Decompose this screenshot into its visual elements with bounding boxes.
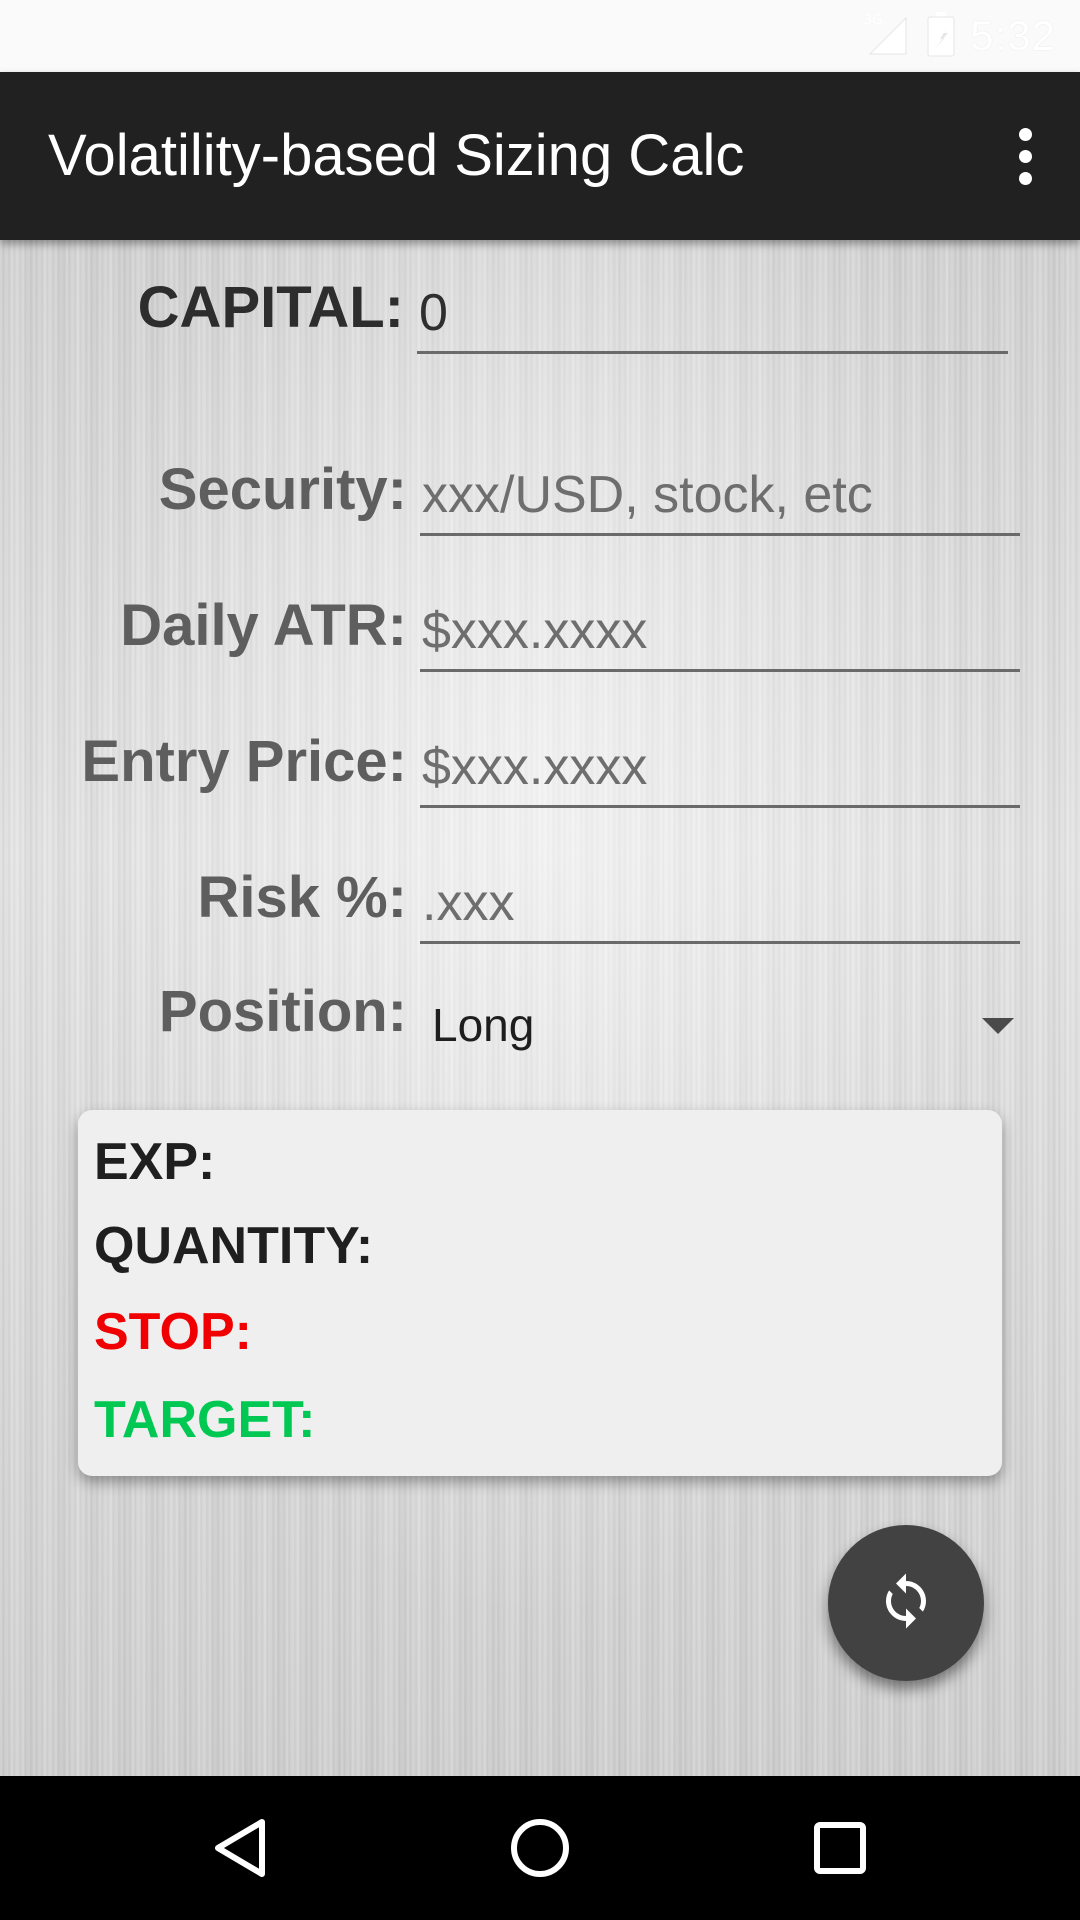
app-title: Volatility-based Sizing Calc xyxy=(48,123,745,188)
recents-icon[interactable] xyxy=(790,1798,890,1898)
refresh-button[interactable] xyxy=(828,1525,984,1681)
signal-icon: 3G xyxy=(864,12,912,61)
svg-text:3G: 3G xyxy=(864,13,882,28)
position-dropdown[interactable]: Long xyxy=(420,980,1020,1070)
calculator-form: CAPITAL: Security: Daily ATR: Entry Pric… xyxy=(0,240,1080,1776)
menu-dot xyxy=(1018,171,1032,185)
results-card: EXP: QUANTITY: STOP: TARGET: xyxy=(78,1110,1002,1476)
security-label: Security: xyxy=(158,457,407,522)
screen: 3G 5:32 Volatility-based Sizing Calc CAP… xyxy=(0,0,1080,1920)
risk-label: Risk %: xyxy=(197,865,407,930)
risk-input[interactable] xyxy=(420,864,1020,944)
back-icon[interactable] xyxy=(190,1798,290,1898)
capital-label: CAPITAL: xyxy=(137,275,404,340)
position-value: Long xyxy=(432,999,535,1051)
stop-result: STOP: xyxy=(94,1303,252,1361)
daily-atr-label: Daily ATR: xyxy=(120,593,407,658)
entry-price-input[interactable] xyxy=(420,728,1020,808)
status-time: 5:32 xyxy=(970,12,1056,59)
refresh-icon xyxy=(876,1571,936,1636)
status-bar: 3G 5:32 xyxy=(0,0,1080,72)
position-label: Position: xyxy=(158,979,407,1044)
battery-icon xyxy=(926,11,956,62)
capital-input[interactable] xyxy=(417,274,1008,354)
navigation-bar xyxy=(0,1776,1080,1920)
target-result: TARGET: xyxy=(94,1391,316,1449)
app-bar: Volatility-based Sizing Calc xyxy=(0,72,1080,240)
exp-result: EXP: xyxy=(94,1133,216,1191)
more-vert-icon[interactable] xyxy=(990,116,1060,196)
quantity-result: QUANTITY: xyxy=(94,1217,374,1275)
daily-atr-input[interactable] xyxy=(420,592,1020,672)
security-input[interactable] xyxy=(420,456,1020,536)
menu-dot xyxy=(1018,127,1032,141)
entry-price-label: Entry Price: xyxy=(81,729,407,794)
menu-dot xyxy=(1018,149,1032,163)
dropdown-arrow-icon xyxy=(982,1018,1014,1034)
status-icons: 3G 5:32 xyxy=(864,11,1056,61)
home-icon[interactable] xyxy=(490,1798,590,1898)
